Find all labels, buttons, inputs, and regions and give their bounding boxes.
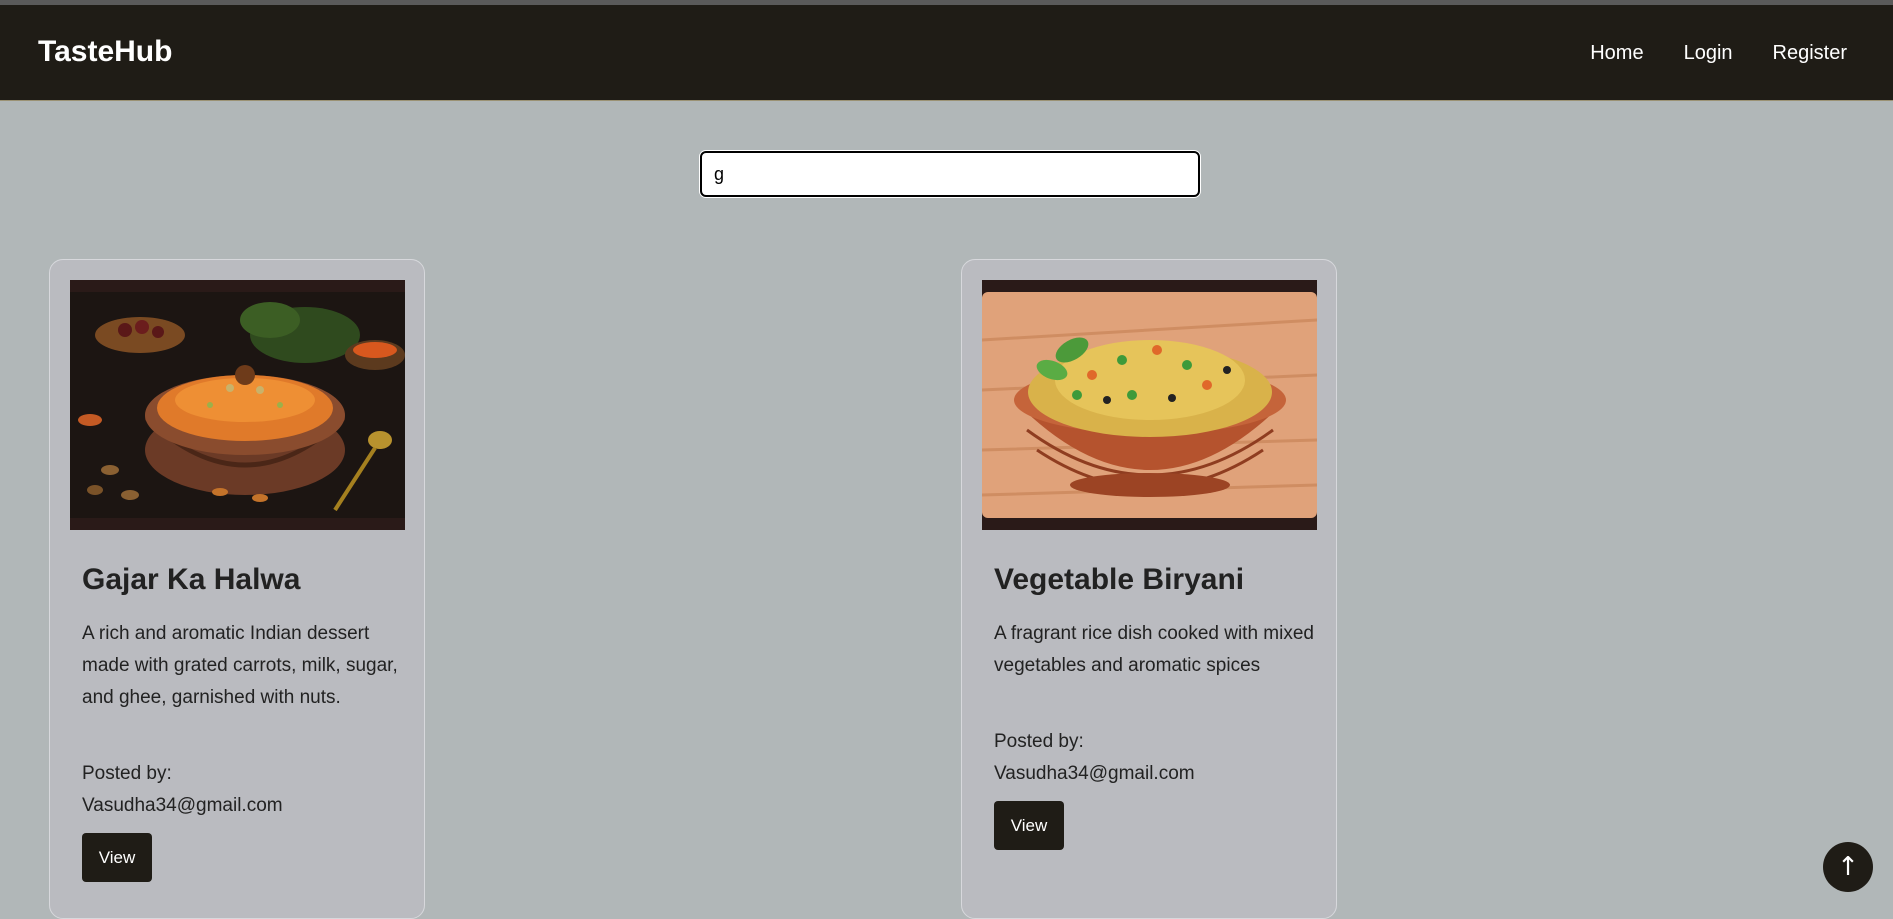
view-button[interactable]: View <box>82 833 152 882</box>
recipe-card: Vegetable Biryani A fragrant rice dish c… <box>961 259 1337 919</box>
recipe-title: Gajar Ka Halwa <box>82 563 301 596</box>
recipe-posted-by: Posted by: Vasudha34@gmail.com <box>994 726 1314 790</box>
arrow-up-icon: ↑ <box>1837 852 1859 882</box>
recipe-image <box>982 280 1317 530</box>
recipe-title: Vegetable Biryani <box>994 563 1245 596</box>
search-input[interactable] <box>700 151 1200 197</box>
view-button[interactable]: View <box>994 801 1064 850</box>
recipe-description: A fragrant rice dish cooked with mixed v… <box>994 623 1314 676</box>
recipe-image <box>70 280 405 530</box>
navbar: TasteHub Home Login Register <box>0 5 1893 101</box>
recipe-description: A rich and aromatic Indian dessert made … <box>82 623 398 708</box>
recipe-card: Gajar Ka Halwa A rich and aromatic India… <box>49 259 425 919</box>
posted-by-label: Posted by: <box>994 731 1084 752</box>
posted-by-email: Vasudha34@gmail.com <box>82 795 283 816</box>
nav-links: Home Login Register <box>1590 42 1847 65</box>
posted-by-email: Vasudha34@gmail.com <box>994 763 1195 784</box>
recipe-posted-by: Posted by: Vasudha34@gmail.com <box>82 758 402 822</box>
nav-register-link[interactable]: Register <box>1773 42 1847 65</box>
posted-by-label: Posted by: <box>82 763 172 784</box>
nav-home-link[interactable]: Home <box>1590 42 1643 65</box>
brand-logo[interactable]: TasteHub <box>38 35 172 69</box>
scroll-to-top-button[interactable]: ↑ <box>1823 842 1873 892</box>
nav-login-link[interactable]: Login <box>1684 42 1733 65</box>
